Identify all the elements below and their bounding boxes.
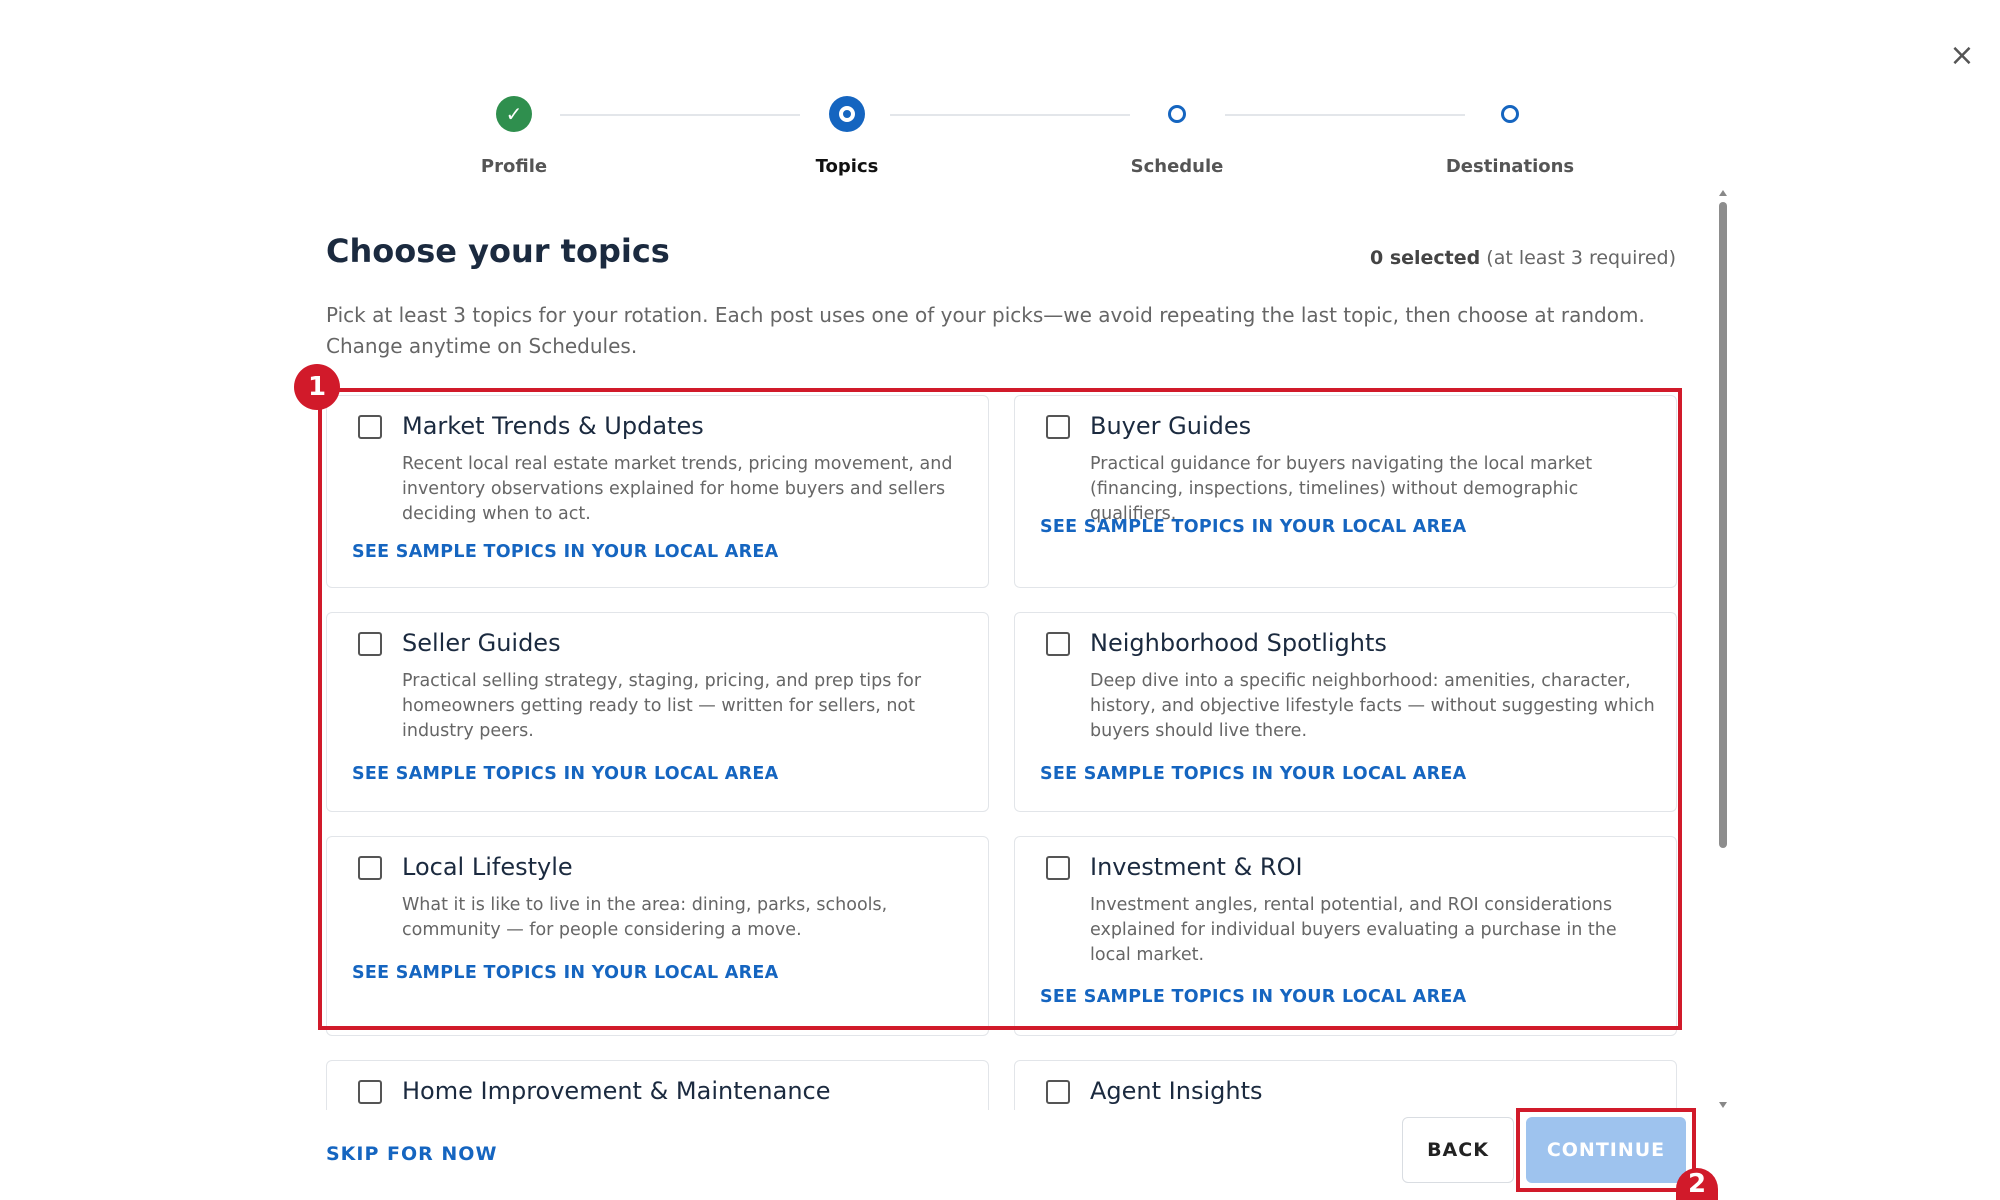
topic-title: Market Trends & Updates <box>402 412 704 440</box>
see-sample-topics-link[interactable]: SEE SAMPLE TOPICS IN YOUR LOCAL AREA <box>352 764 779 784</box>
continue-button[interactable]: CONTINUE <box>1526 1117 1686 1183</box>
step-destinations-label: Destinations <box>1445 156 1575 177</box>
topic-description: Deep dive into a specific neighborhood: … <box>1090 671 1655 741</box>
topic-title: Buyer Guides <box>1090 412 1252 440</box>
topic-card-agent-insights[interactable]: Agent Insights <box>1014 1060 1677 1110</box>
step-topics-active-icon <box>829 96 865 132</box>
topic-checkbox[interactable] <box>1046 632 1070 656</box>
annotation-badge-2: 2 <box>1676 1168 1718 1200</box>
scrollbar-thumb[interactable] <box>1719 202 1727 848</box>
topic-description: Recent local real estate market trends, … <box>402 454 953 524</box>
topic-card-buyer-guides[interactable]: Buyer Guides Practical guidance for buye… <box>1014 395 1677 588</box>
topic-checkbox[interactable] <box>358 632 382 656</box>
selection-counter: 0 selected (at least 3 required) <box>1370 247 1676 269</box>
topic-card-investment-roi[interactable]: Investment & ROI Investment angles, rent… <box>1014 836 1677 1036</box>
scroll-up-arrow-icon[interactable] <box>1719 190 1727 196</box>
selected-count: 0 selected <box>1369 247 1481 269</box>
topic-card-market-trends[interactable]: Market Trends & Updates Recent local rea… <box>326 395 989 588</box>
stepper-connector <box>890 114 1130 116</box>
step-profile-check-icon[interactable]: ✓ <box>496 96 532 132</box>
topic-title: Agent Insights <box>1090 1077 1263 1105</box>
topic-checkbox[interactable] <box>1046 415 1070 439</box>
step-destinations-pending-icon <box>1500 104 1520 124</box>
topic-description: What it is like to live in the area: din… <box>402 895 888 940</box>
see-sample-topics-link[interactable]: SEE SAMPLE TOPICS IN YOUR LOCAL AREA <box>1040 987 1467 1007</box>
see-sample-topics-link[interactable]: SEE SAMPLE TOPICS IN YOUR LOCAL AREA <box>1040 764 1467 784</box>
topic-title: Home Improvement & Maintenance <box>402 1077 831 1105</box>
topic-title: Seller Guides <box>402 629 561 657</box>
topics-description: Pick at least 3 topics for your rotation… <box>326 303 1645 358</box>
topic-title: Neighborhood Spotlights <box>1090 629 1387 657</box>
topic-description: Practical selling strategy, staging, pri… <box>402 671 922 741</box>
topic-title: Investment & ROI <box>1090 853 1303 881</box>
scroll-down-arrow-icon[interactable] <box>1719 1102 1727 1108</box>
stepper-connector <box>1225 114 1465 116</box>
topic-description: Investment angles, rental potential, and… <box>1090 895 1617 965</box>
stepper-connector <box>560 114 800 116</box>
topic-checkbox[interactable] <box>1046 1080 1070 1104</box>
skip-for-now-link[interactable]: SKIP FOR NOW <box>326 1143 497 1165</box>
topic-checkbox[interactable] <box>358 856 382 880</box>
see-sample-topics-link[interactable]: SEE SAMPLE TOPICS IN YOUR LOCAL AREA <box>352 963 779 983</box>
topic-description: Practical guidance for buyers navigating… <box>1090 454 1593 524</box>
back-button[interactable]: BACK <box>1402 1117 1514 1183</box>
selection-requirement: (at least 3 required) <box>1486 247 1676 269</box>
topic-card-neighborhood-spotlights[interactable]: Neighborhood Spotlights Deep dive into a… <box>1014 612 1677 812</box>
topic-title: Local Lifestyle <box>402 853 573 881</box>
topic-checkbox[interactable] <box>358 1080 382 1104</box>
topic-checkbox[interactable] <box>1046 856 1070 880</box>
step-profile-label: Profile <box>480 156 548 177</box>
topic-checkbox[interactable] <box>358 415 382 439</box>
annotation-badge-1: 1 <box>294 364 340 410</box>
topic-card-seller-guides[interactable]: Seller Guides Practical selling strategy… <box>326 612 989 812</box>
see-sample-topics-link[interactable]: SEE SAMPLE TOPICS IN YOUR LOCAL AREA <box>1040 517 1467 537</box>
topics-scroll-area[interactable]: Market Trends & Updates Recent local rea… <box>326 395 1680 1110</box>
topic-card-local-lifestyle[interactable]: Local Lifestyle What it is like to live … <box>326 836 989 1036</box>
step-schedule-pending-icon <box>1167 104 1187 124</box>
topic-card-home-improvement[interactable]: Home Improvement & Maintenance <box>326 1060 989 1110</box>
vertical-scrollbar[interactable] <box>1717 190 1729 1108</box>
progress-stepper: ✓ Profile Topics Schedule Destinations <box>0 0 2000 200</box>
page-title: Choose your topics <box>326 232 670 270</box>
step-schedule-label: Schedule <box>1130 156 1224 177</box>
step-topics-label: Topics <box>815 156 879 177</box>
see-sample-topics-link[interactable]: SEE SAMPLE TOPICS IN YOUR LOCAL AREA <box>352 542 779 562</box>
